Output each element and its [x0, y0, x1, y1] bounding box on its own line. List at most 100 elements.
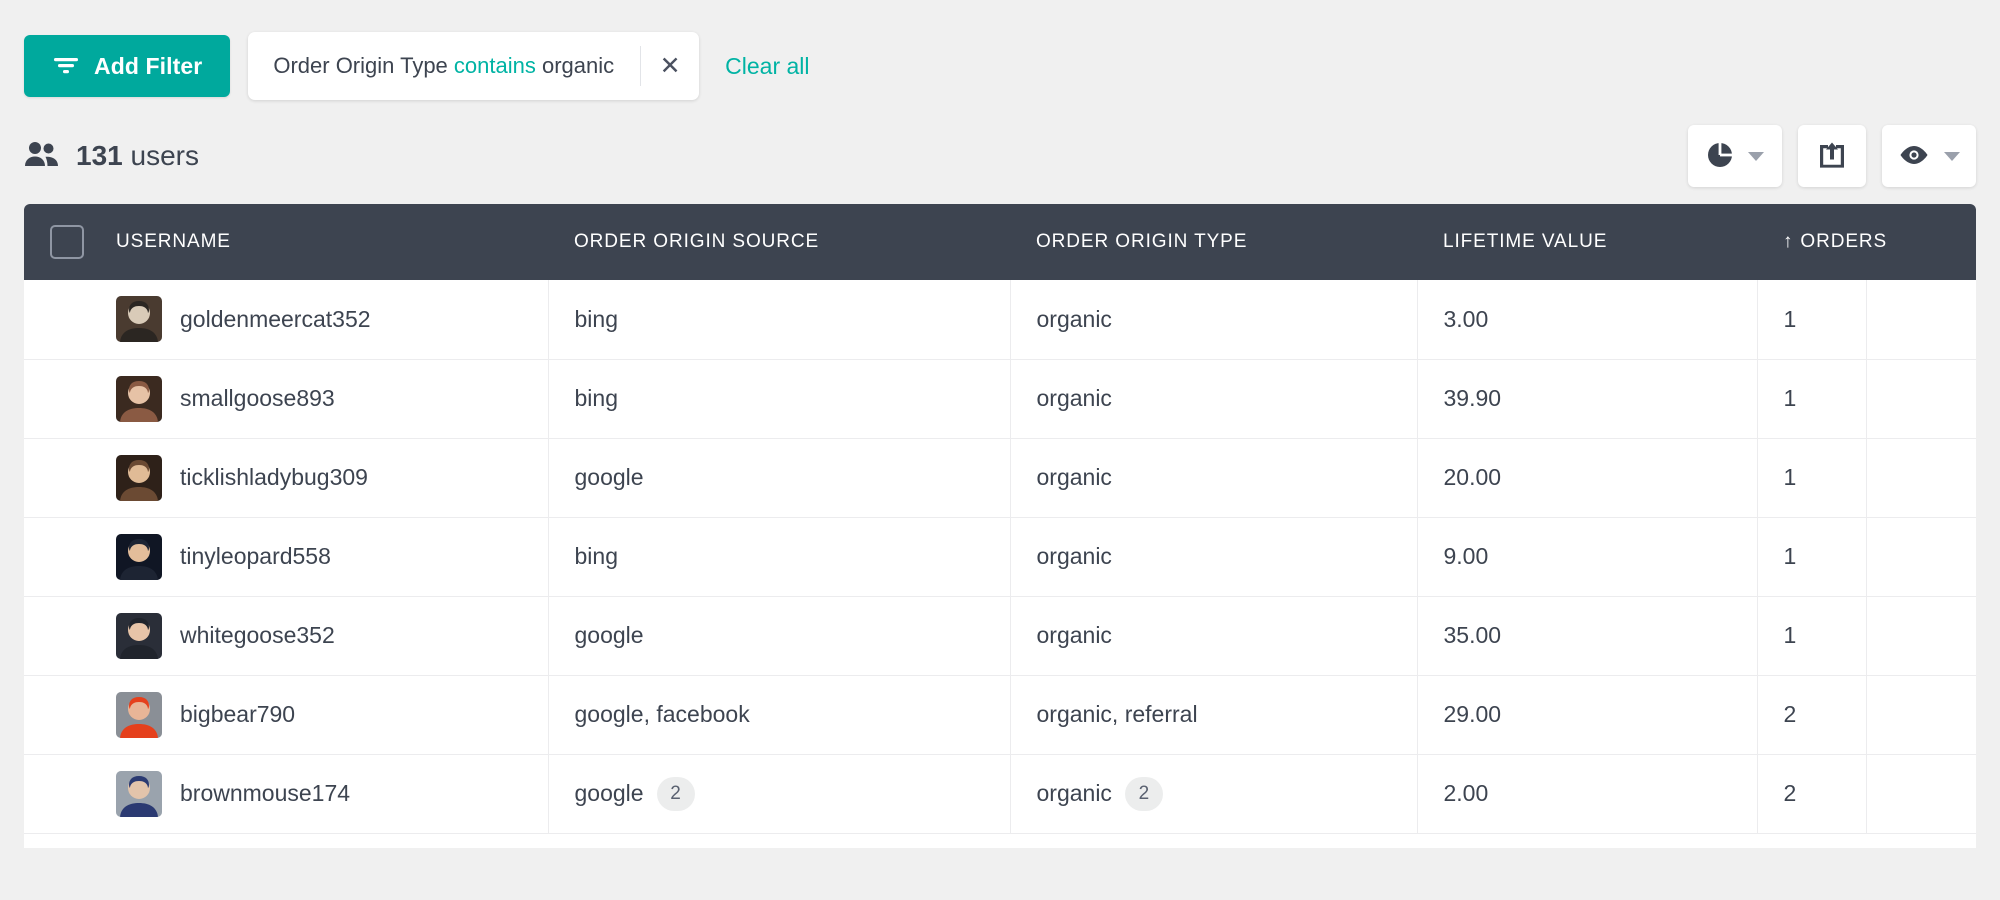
table-row[interactable]: bigbear790 google, facebook organic, refer… — [24, 675, 1976, 755]
avatar — [116, 612, 162, 659]
row-select-cell[interactable] — [24, 675, 90, 755]
cell-order-origin-source: bing — [548, 517, 1011, 597]
order-origin-source: google — [575, 622, 1010, 649]
avatar — [116, 296, 162, 343]
order-origin-type-text: organic — [1036, 305, 1112, 332]
sort-ascending-icon: ↑ — [1783, 231, 1794, 252]
row-select-cell[interactable] — [24, 596, 90, 676]
order-origin-type-count-badge: 2 — [1124, 776, 1163, 811]
cell-spacer — [1866, 675, 1976, 755]
username-label: tinyleopard558 — [180, 543, 331, 569]
user-count-unit: users — [130, 140, 199, 171]
table-row[interactable]: whitegoose352 google organic 35.00 1 — [24, 596, 1976, 676]
order-origin-source-text: google, facebook — [574, 701, 750, 727]
visibility-button[interactable] — [1882, 125, 1976, 187]
order-origin-source: bing — [575, 306, 1010, 333]
username-label: whitegoose352 — [180, 622, 335, 648]
cell-order-origin-type: organic — [1010, 280, 1418, 360]
order-origin-type: organic — [1037, 464, 1417, 491]
table-header: USERNAME ORDER ORIGIN SOURCE ORDER ORIGI… — [24, 204, 1976, 280]
username-label: smallgoose893 — [180, 385, 335, 411]
column-header-username[interactable]: USERNAME — [90, 204, 548, 280]
cell-spacer — [1866, 280, 1976, 360]
order-origin-source: google 2 — [575, 776, 1010, 811]
cell-order-origin-source: google 2 — [548, 754, 1011, 834]
row-select-cell[interactable] — [24, 359, 90, 439]
column-header-orders[interactable]: ↑ ORDERS — [1757, 204, 1976, 280]
column-header-order-origin-type[interactable]: ORDER ORIGIN TYPE — [1010, 204, 1417, 280]
chevron-down-icon — [1748, 151, 1764, 161]
row-select-cell[interactable] — [24, 280, 90, 360]
order-origin-source-text: google — [574, 464, 644, 490]
cell-username: ticklishladybug309 — [90, 438, 549, 518]
order-origin-type: organic — [1037, 385, 1417, 412]
filter-icon — [52, 53, 80, 80]
export-button[interactable] — [1798, 125, 1866, 187]
clear-all-link[interactable]: Clear all — [725, 53, 809, 80]
order-origin-type: organic, referral — [1037, 701, 1417, 728]
cell-username: smallgoose893 — [90, 359, 549, 439]
cell-lifetime-value: 29.00 — [1417, 675, 1758, 755]
order-origin-type: organic — [1037, 622, 1417, 649]
table-row[interactable]: ticklishladybug309 google organic 20.00 1 — [24, 438, 1976, 518]
user-count: 131 users — [24, 140, 199, 172]
filter-chip-text: Order Origin Type contains organic — [273, 55, 614, 77]
cell-orders: 2 — [1757, 675, 1867, 755]
cell-order-origin-source: google — [548, 438, 1011, 518]
order-origin-type: organic — [1037, 306, 1417, 333]
order-origin-type-text: organic — [1036, 385, 1112, 411]
filter-chip-value: organic — [542, 53, 615, 78]
select-all-cell — [24, 204, 90, 280]
table-body: goldenmeercat352 bing organic 3.00 1 smallgoo… — [24, 280, 1976, 834]
add-filter-button[interactable]: Add Filter — [24, 35, 231, 97]
filter-bar: Add Filter Order Origin Type contains or… — [0, 0, 2000, 108]
row-select-cell[interactable] — [24, 754, 90, 834]
avatar — [116, 375, 162, 422]
add-filter-label: Add Filter — [94, 52, 203, 79]
cell-lifetime-value: 35.00 — [1417, 596, 1758, 676]
select-all-checkbox[interactable] — [50, 225, 84, 259]
order-origin-source-text: bing — [574, 305, 618, 332]
cell-order-origin-source: google — [548, 596, 1011, 676]
filter-chip-operator: contains — [453, 53, 536, 78]
row-select-cell[interactable] — [24, 517, 90, 597]
cell-order-origin-type: organic — [1010, 596, 1418, 676]
eye-icon — [1898, 143, 1930, 170]
cell-order-origin-source: google, facebook — [548, 675, 1011, 755]
order-origin-source: bing — [575, 543, 1010, 570]
filter-chip[interactable]: Order Origin Type contains organic ✕ — [248, 32, 700, 100]
order-origin-type-text: organic — [1036, 780, 1112, 806]
cell-username: whitegoose352 — [90, 596, 549, 676]
user-count-text: 131 users — [76, 140, 199, 172]
order-origin-type-text: organic — [1036, 464, 1112, 490]
cell-orders: 1 — [1757, 359, 1867, 439]
username-label: bigbear790 — [180, 701, 296, 727]
column-header-order-origin-source[interactable]: ORDER ORIGIN SOURCE — [548, 204, 1010, 280]
pie-chart-icon — [1706, 141, 1734, 172]
cell-username: goldenmeercat352 — [90, 280, 549, 360]
cell-spacer — [1866, 438, 1976, 518]
chart-view-button[interactable] — [1688, 125, 1782, 187]
chevron-down-icon — [1944, 151, 1960, 161]
order-origin-type: organic — [1037, 543, 1417, 570]
table-row[interactable]: tinyleopard558 bing organic 9.00 1 — [24, 517, 1976, 597]
cell-order-origin-source: bing — [548, 280, 1011, 360]
table-row[interactable]: goldenmeercat352 bing organic 3.00 1 — [24, 280, 1976, 360]
cell-order-origin-type: organic, referral — [1010, 675, 1418, 755]
cell-order-origin-type: organic — [1010, 517, 1418, 597]
cell-lifetime-value: 2.00 — [1417, 754, 1758, 834]
cell-username: tinyleopard558 — [90, 517, 549, 597]
close-icon[interactable]: ✕ — [641, 32, 699, 100]
cell-lifetime-value: 3.00 — [1417, 280, 1758, 360]
table-row[interactable]: brownmouse174 google 2 organic 2 2.00 2 — [24, 754, 1976, 834]
order-origin-type-text: organic — [1036, 543, 1112, 569]
column-header-lifetime-value[interactable]: LIFETIME VALUE — [1417, 204, 1757, 280]
cell-order-origin-source: bing — [548, 359, 1011, 439]
table-row[interactable]: smallgoose893 bing organic 39.90 1 — [24, 359, 1976, 439]
users-table: USERNAME ORDER ORIGIN SOURCE ORDER ORIGI… — [24, 204, 1976, 834]
row-select-cell[interactable] — [24, 438, 90, 518]
cell-spacer — [1866, 517, 1976, 597]
column-header-orders-label: ORDERS — [1800, 231, 1888, 252]
cell-order-origin-type: organic 2 — [1010, 754, 1418, 834]
cell-orders: 1 — [1757, 596, 1867, 676]
